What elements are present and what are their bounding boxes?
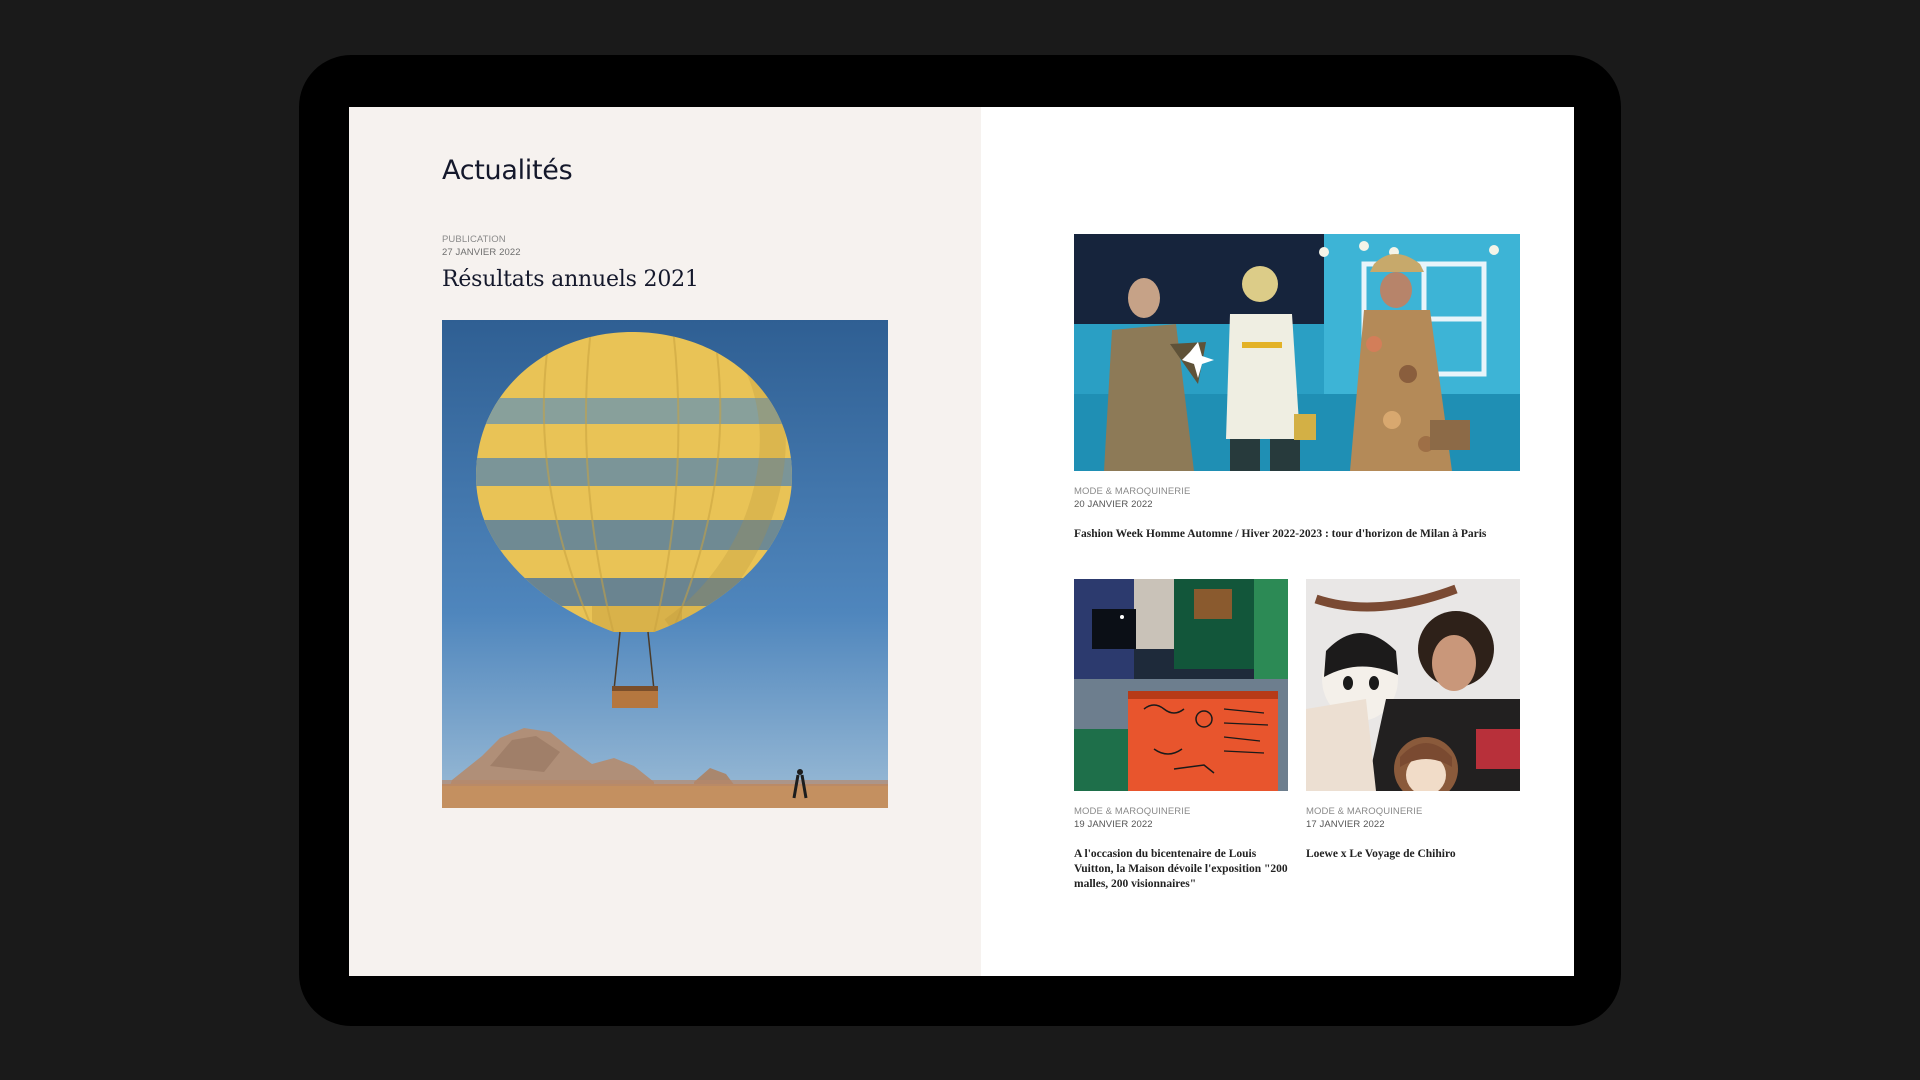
card-category: MODE & MAROQUINERIE: [1074, 806, 1191, 817]
feature-date: 27 JANVIER 2022: [442, 247, 521, 258]
feature-meta: PUBLICATION 27 JANVIER 2022: [442, 233, 521, 259]
card-image-fashion-models[interactable]: [1074, 234, 1520, 471]
card-category: MODE & MAROQUINERIE: [1074, 486, 1191, 497]
card-title-link[interactable]: Fashion Week Homme Automne / Hiver 2022-…: [1074, 527, 1520, 542]
featured-panel: Actualités PUBLICATION 27 JANVIER 2022 R…: [349, 107, 981, 976]
card-date: 19 JANVIER 2022: [1074, 819, 1153, 830]
card-title-link[interactable]: Loewe x Le Voyage de Chihiro: [1306, 847, 1520, 862]
news-list-panel: MODE & MAROQUINERIE 20 JANVIER 2022 Fash…: [981, 107, 1574, 976]
news-card-loewe-chihiro[interactable]: MODE & MAROQUINERIE 17 JANVIER 2022 Loew…: [1306, 579, 1520, 862]
card-meta: MODE & MAROQUINERIE 20 JANVIER 2022: [1074, 485, 1520, 511]
feature-category: PUBLICATION: [442, 234, 506, 245]
card-date: 17 JANVIER 2022: [1306, 819, 1385, 830]
tablet-screen: Actualités PUBLICATION 27 JANVIER 2022 R…: [349, 107, 1574, 976]
news-card-louis-vuitton-exhibition[interactable]: MODE & MAROQUINERIE 19 JANVIER 2022 A l'…: [1074, 579, 1288, 892]
feature-image-balloon[interactable]: [442, 320, 888, 808]
page-title: Actualités: [442, 155, 573, 186]
card-title-link[interactable]: A l'occasion du bicentenaire de Louis Vu…: [1074, 847, 1288, 892]
card-image-trunk-exhibition[interactable]: [1074, 579, 1288, 791]
card-date: 20 JANVIER 2022: [1074, 499, 1153, 510]
card-image-anime-collab[interactable]: [1306, 579, 1520, 791]
card-category: MODE & MAROQUINERIE: [1306, 806, 1423, 817]
card-meta: MODE & MAROQUINERIE 17 JANVIER 2022: [1306, 805, 1520, 831]
feature-title-link[interactable]: Résultats annuels 2021: [442, 267, 699, 292]
news-card-fashion-week[interactable]: MODE & MAROQUINERIE 20 JANVIER 2022 Fash…: [1074, 234, 1520, 542]
card-meta: MODE & MAROQUINERIE 19 JANVIER 2022: [1074, 805, 1288, 831]
